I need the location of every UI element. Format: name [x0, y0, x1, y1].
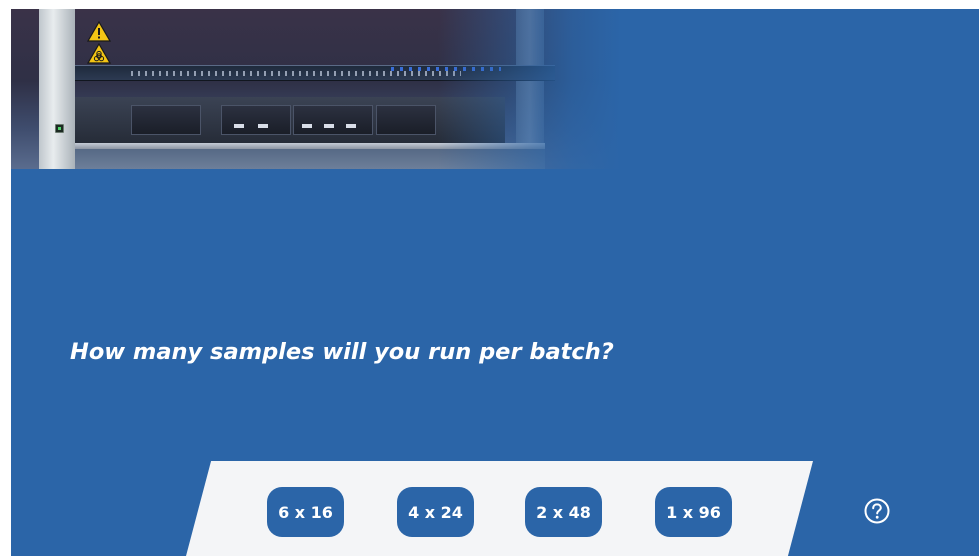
option-2x48-button[interactable]: 2 x 48: [525, 487, 602, 537]
photo-fade-overlay: [11, 9, 621, 169]
option-6x16-button[interactable]: 6 x 16: [267, 487, 344, 537]
instrument-photo: [11, 9, 621, 169]
option-1x96-button[interactable]: 1 x 96: [655, 487, 732, 537]
question-text: How many samples will you run per batch?: [70, 339, 614, 365]
help-circle-icon: [864, 498, 890, 524]
option-4x24-button[interactable]: 4 x 24: [397, 487, 474, 537]
quiz-screen: How many samples will you run per batch?…: [11, 9, 979, 556]
help-button[interactable]: [863, 497, 891, 525]
